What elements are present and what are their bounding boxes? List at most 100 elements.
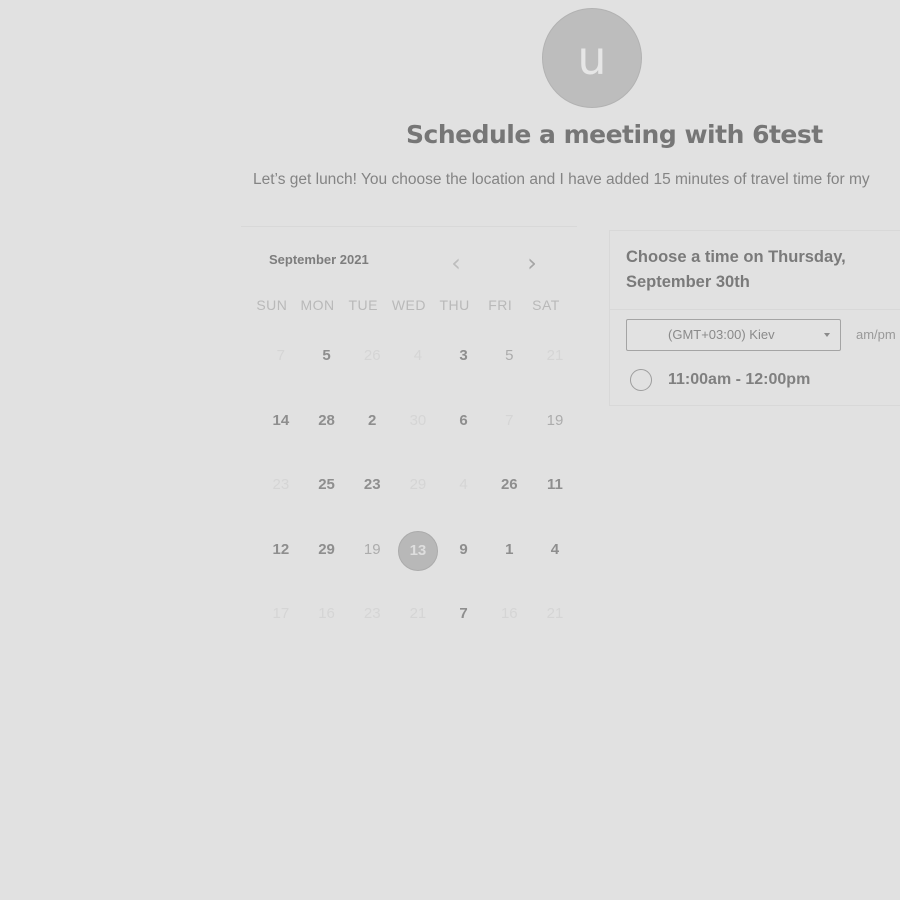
- calendar-day-number: 17: [272, 605, 290, 622]
- weekday-label: MON: [300, 297, 335, 313]
- calendar-day[interactable]: 26: [486, 464, 532, 529]
- calendar-day-number: 21: [409, 605, 427, 622]
- calendar-month-label: September 2021: [269, 252, 369, 267]
- calendar-day-number: 5: [505, 347, 514, 364]
- avatar-initial: u: [577, 31, 607, 85]
- calendar-day-number: 19: [363, 540, 381, 558]
- calendar-day-number: 23: [272, 476, 290, 493]
- chevron-right-icon[interactable]: ›: [520, 251, 544, 275]
- divider: [610, 309, 900, 310]
- calendar-day[interactable]: 1: [486, 529, 532, 594]
- calendar-day-number: 30: [409, 411, 427, 429]
- calendar-day-number: 11: [547, 476, 563, 493]
- calendar-days-grid: 7 5 26 4 3 5 21 14 28 2 30 6 7 19 23 25 23 29 4 26 11 12 29 19 1…: [258, 335, 578, 658]
- calendar-day-number: 4: [459, 476, 468, 493]
- calendar-day-number: 26: [500, 476, 518, 493]
- calendar-day-number: 6: [459, 411, 468, 429]
- calendar-day-number: 26: [363, 347, 381, 364]
- weekday-label: SUN: [256, 297, 288, 313]
- chevron-left-icon[interactable]: ‹: [444, 251, 468, 275]
- calendar-day: 4: [395, 335, 441, 400]
- calendar-day-number: 12: [272, 540, 290, 558]
- calendar-day-number: 29: [318, 540, 335, 558]
- calendar-day-number: 4: [550, 540, 560, 558]
- calendar-day[interactable]: 28: [304, 400, 350, 465]
- calendar-day[interactable]: 19: [349, 529, 395, 594]
- calendar-day-number: 21: [546, 347, 564, 364]
- weekday-label: THU: [439, 297, 470, 313]
- calendar-day[interactable]: 5: [304, 335, 350, 400]
- calendar-day-number: 16: [500, 605, 518, 622]
- calendar-day: 23: [258, 464, 304, 529]
- calendar-day[interactable]: 12: [258, 529, 304, 594]
- calendar-day-number: 16: [318, 605, 335, 622]
- calendar-day[interactable]: 9: [441, 529, 487, 594]
- calendar-day-number: 4: [413, 347, 423, 364]
- weekday-label: FRI: [488, 297, 513, 313]
- calendar-day-number: 19: [546, 411, 564, 429]
- meeting-description: Let’s get lunch! You choose the location…: [253, 171, 870, 188]
- calendar-day-number: 14: [272, 411, 290, 429]
- next-month-glyph: ›: [527, 249, 537, 277]
- calendar-day[interactable]: 19: [532, 400, 578, 465]
- calendar-day[interactable]: 23: [349, 464, 395, 529]
- calendar-day: 16: [304, 593, 350, 658]
- scheduling-page: u Schedule a meeting with 6test Let’s ge…: [0, 0, 900, 900]
- calendar-day[interactable]: 3: [441, 335, 487, 400]
- caret-down-icon: [824, 333, 830, 337]
- calendar-day-number: 7: [459, 605, 468, 622]
- prev-month-glyph: ‹: [451, 249, 461, 277]
- calendar-day: 21: [532, 593, 578, 658]
- calendar-day[interactable]: 5: [486, 335, 532, 400]
- page-title: Schedule a meeting with 6test: [406, 120, 823, 149]
- calendar-day-number: 3: [459, 347, 468, 364]
- calendar-day-number: 23: [363, 476, 381, 493]
- calendar-day[interactable]: 25: [304, 464, 350, 529]
- calendar-day-number: 9: [459, 540, 468, 558]
- timezone-value: (GMT+03:00) Kiev: [668, 327, 775, 342]
- time-format-toggle[interactable]: am/pm: [856, 327, 896, 342]
- calendar-day[interactable]: 7: [441, 593, 487, 658]
- calendar-day[interactable]: 2: [349, 400, 395, 465]
- calendar-day-number: 28: [318, 411, 335, 429]
- calendar-day[interactable]: 14: [258, 400, 304, 465]
- calendar-day-number: 5: [322, 347, 331, 364]
- calendar-day[interactable]: 4: [532, 529, 578, 594]
- calendar-day[interactable]: 6: [441, 400, 487, 465]
- time-slot-radio[interactable]: [630, 369, 652, 391]
- time-slot-label: 11:00am - 12:00pm: [668, 371, 811, 388]
- calendar-day: 26: [349, 335, 395, 400]
- calendar-day: 17: [258, 593, 304, 658]
- weekday-label: SAT: [532, 297, 560, 313]
- calendar-day-number: 7: [505, 411, 514, 429]
- calendar-day: 16: [486, 593, 532, 658]
- calendar-day-number: 2: [368, 411, 377, 429]
- calendar-day: 23: [349, 593, 395, 658]
- date-picker: September 2021 ‹ › SUN MON TUE WED THU FRI SAT…: [241, 226, 577, 647]
- calendar-day-number: 1: [505, 540, 514, 558]
- calendar-day: 21: [395, 593, 441, 658]
- timezone-select[interactable]: (GMT+03:00) Kiev: [626, 319, 841, 351]
- host-avatar: u: [542, 8, 642, 108]
- calendar-day-number: 23: [363, 605, 381, 622]
- time-slot-option[interactable]: 11:00am - 12:00pm: [630, 369, 810, 391]
- calendar-day: 30: [395, 400, 441, 465]
- calendar-day-number: 13: [397, 530, 438, 571]
- time-panel-heading: Choose a time on Thursday, September 30t…: [626, 248, 846, 291]
- calendar-day: 7: [486, 400, 532, 465]
- calendar-day: 4: [441, 464, 487, 529]
- weekday-label: WED: [391, 297, 426, 313]
- calendar-day-number: 29: [409, 476, 427, 493]
- weekday-label: TUE: [348, 297, 378, 313]
- calendar-day[interactable]: 29: [304, 529, 350, 594]
- weekday-header: SUN MON TUE WED THU FRI SAT: [249, 297, 569, 313]
- calendar-day-number: 21: [546, 605, 564, 622]
- calendar-day-number: 25: [318, 476, 335, 493]
- calendar-day: 21: [532, 335, 578, 400]
- calendar-day[interactable]: 11: [532, 464, 578, 529]
- calendar-day-selected[interactable]: 13: [395, 529, 441, 594]
- calendar-day: 7: [258, 335, 304, 400]
- calendar-day-number: 7: [276, 347, 286, 364]
- time-selection-panel: Choose a time on Thursday, September 30t…: [609, 230, 900, 406]
- calendar-day: 29: [395, 464, 441, 529]
